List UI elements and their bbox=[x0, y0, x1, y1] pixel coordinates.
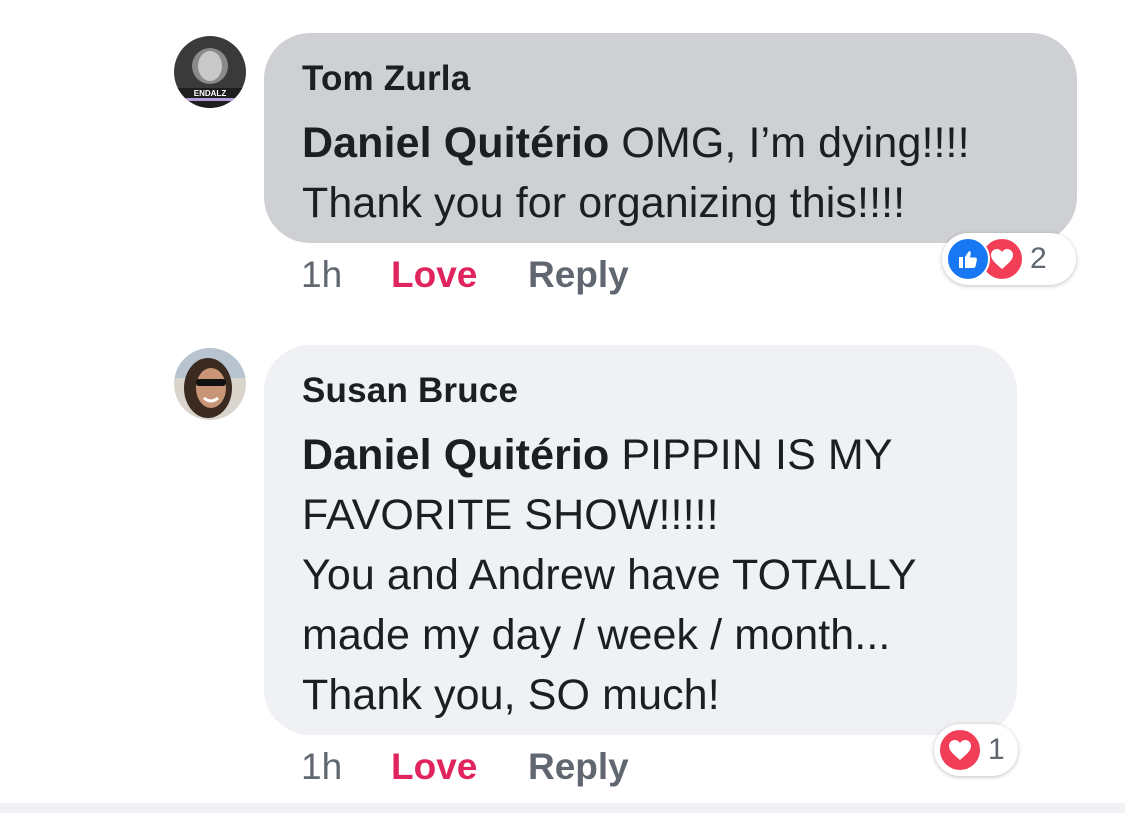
comment-timestamp[interactable]: 1h bbox=[301, 253, 391, 297]
comment-author[interactable]: Susan Bruce bbox=[302, 369, 981, 413]
comment-timestamp[interactable]: 1h bbox=[301, 745, 391, 789]
mention-link[interactable]: Daniel Quitério bbox=[302, 431, 609, 479]
comment-author[interactable]: Tom Zurla bbox=[302, 57, 1041, 101]
reaction-count: 2 bbox=[1030, 242, 1047, 275]
divider bbox=[0, 803, 1125, 813]
avatar[interactable]: ENDALZ bbox=[174, 36, 246, 108]
reaction-count: 1 bbox=[988, 733, 1005, 766]
reaction-summary[interactable]: 1 bbox=[934, 724, 1018, 776]
avatar-photo: ENDALZ bbox=[174, 36, 246, 108]
reply-button[interactable]: Reply bbox=[528, 745, 629, 789]
heart-icon bbox=[938, 728, 982, 772]
comment-text: Daniel Quitério OMG, I’m dying!!!! Thank… bbox=[302, 113, 1041, 233]
love-button[interactable]: Love bbox=[391, 745, 528, 789]
avatar[interactable] bbox=[174, 348, 246, 420]
comment-bubble[interactable]: Tom Zurla Daniel Quitério OMG, I’m dying… bbox=[264, 33, 1077, 243]
comment-actions: 1h Love Reply bbox=[301, 745, 629, 789]
reply-button[interactable]: Reply bbox=[528, 253, 629, 297]
avatar-logo-text: ENDALZ bbox=[194, 89, 227, 98]
like-icon bbox=[946, 237, 990, 281]
comment-text: Daniel Quitério PIPPIN IS MY FAVORITE SH… bbox=[302, 425, 981, 725]
avatar-photo bbox=[174, 348, 246, 420]
comment-actions: 1h Love Reply bbox=[301, 253, 629, 297]
mention-link[interactable]: Daniel Quitério bbox=[302, 119, 609, 167]
reaction-summary[interactable]: 2 bbox=[942, 233, 1076, 285]
love-button[interactable]: Love bbox=[391, 253, 528, 297]
comment-bubble[interactable]: Susan Bruce Daniel Quitério PIPPIN IS MY… bbox=[264, 345, 1017, 735]
